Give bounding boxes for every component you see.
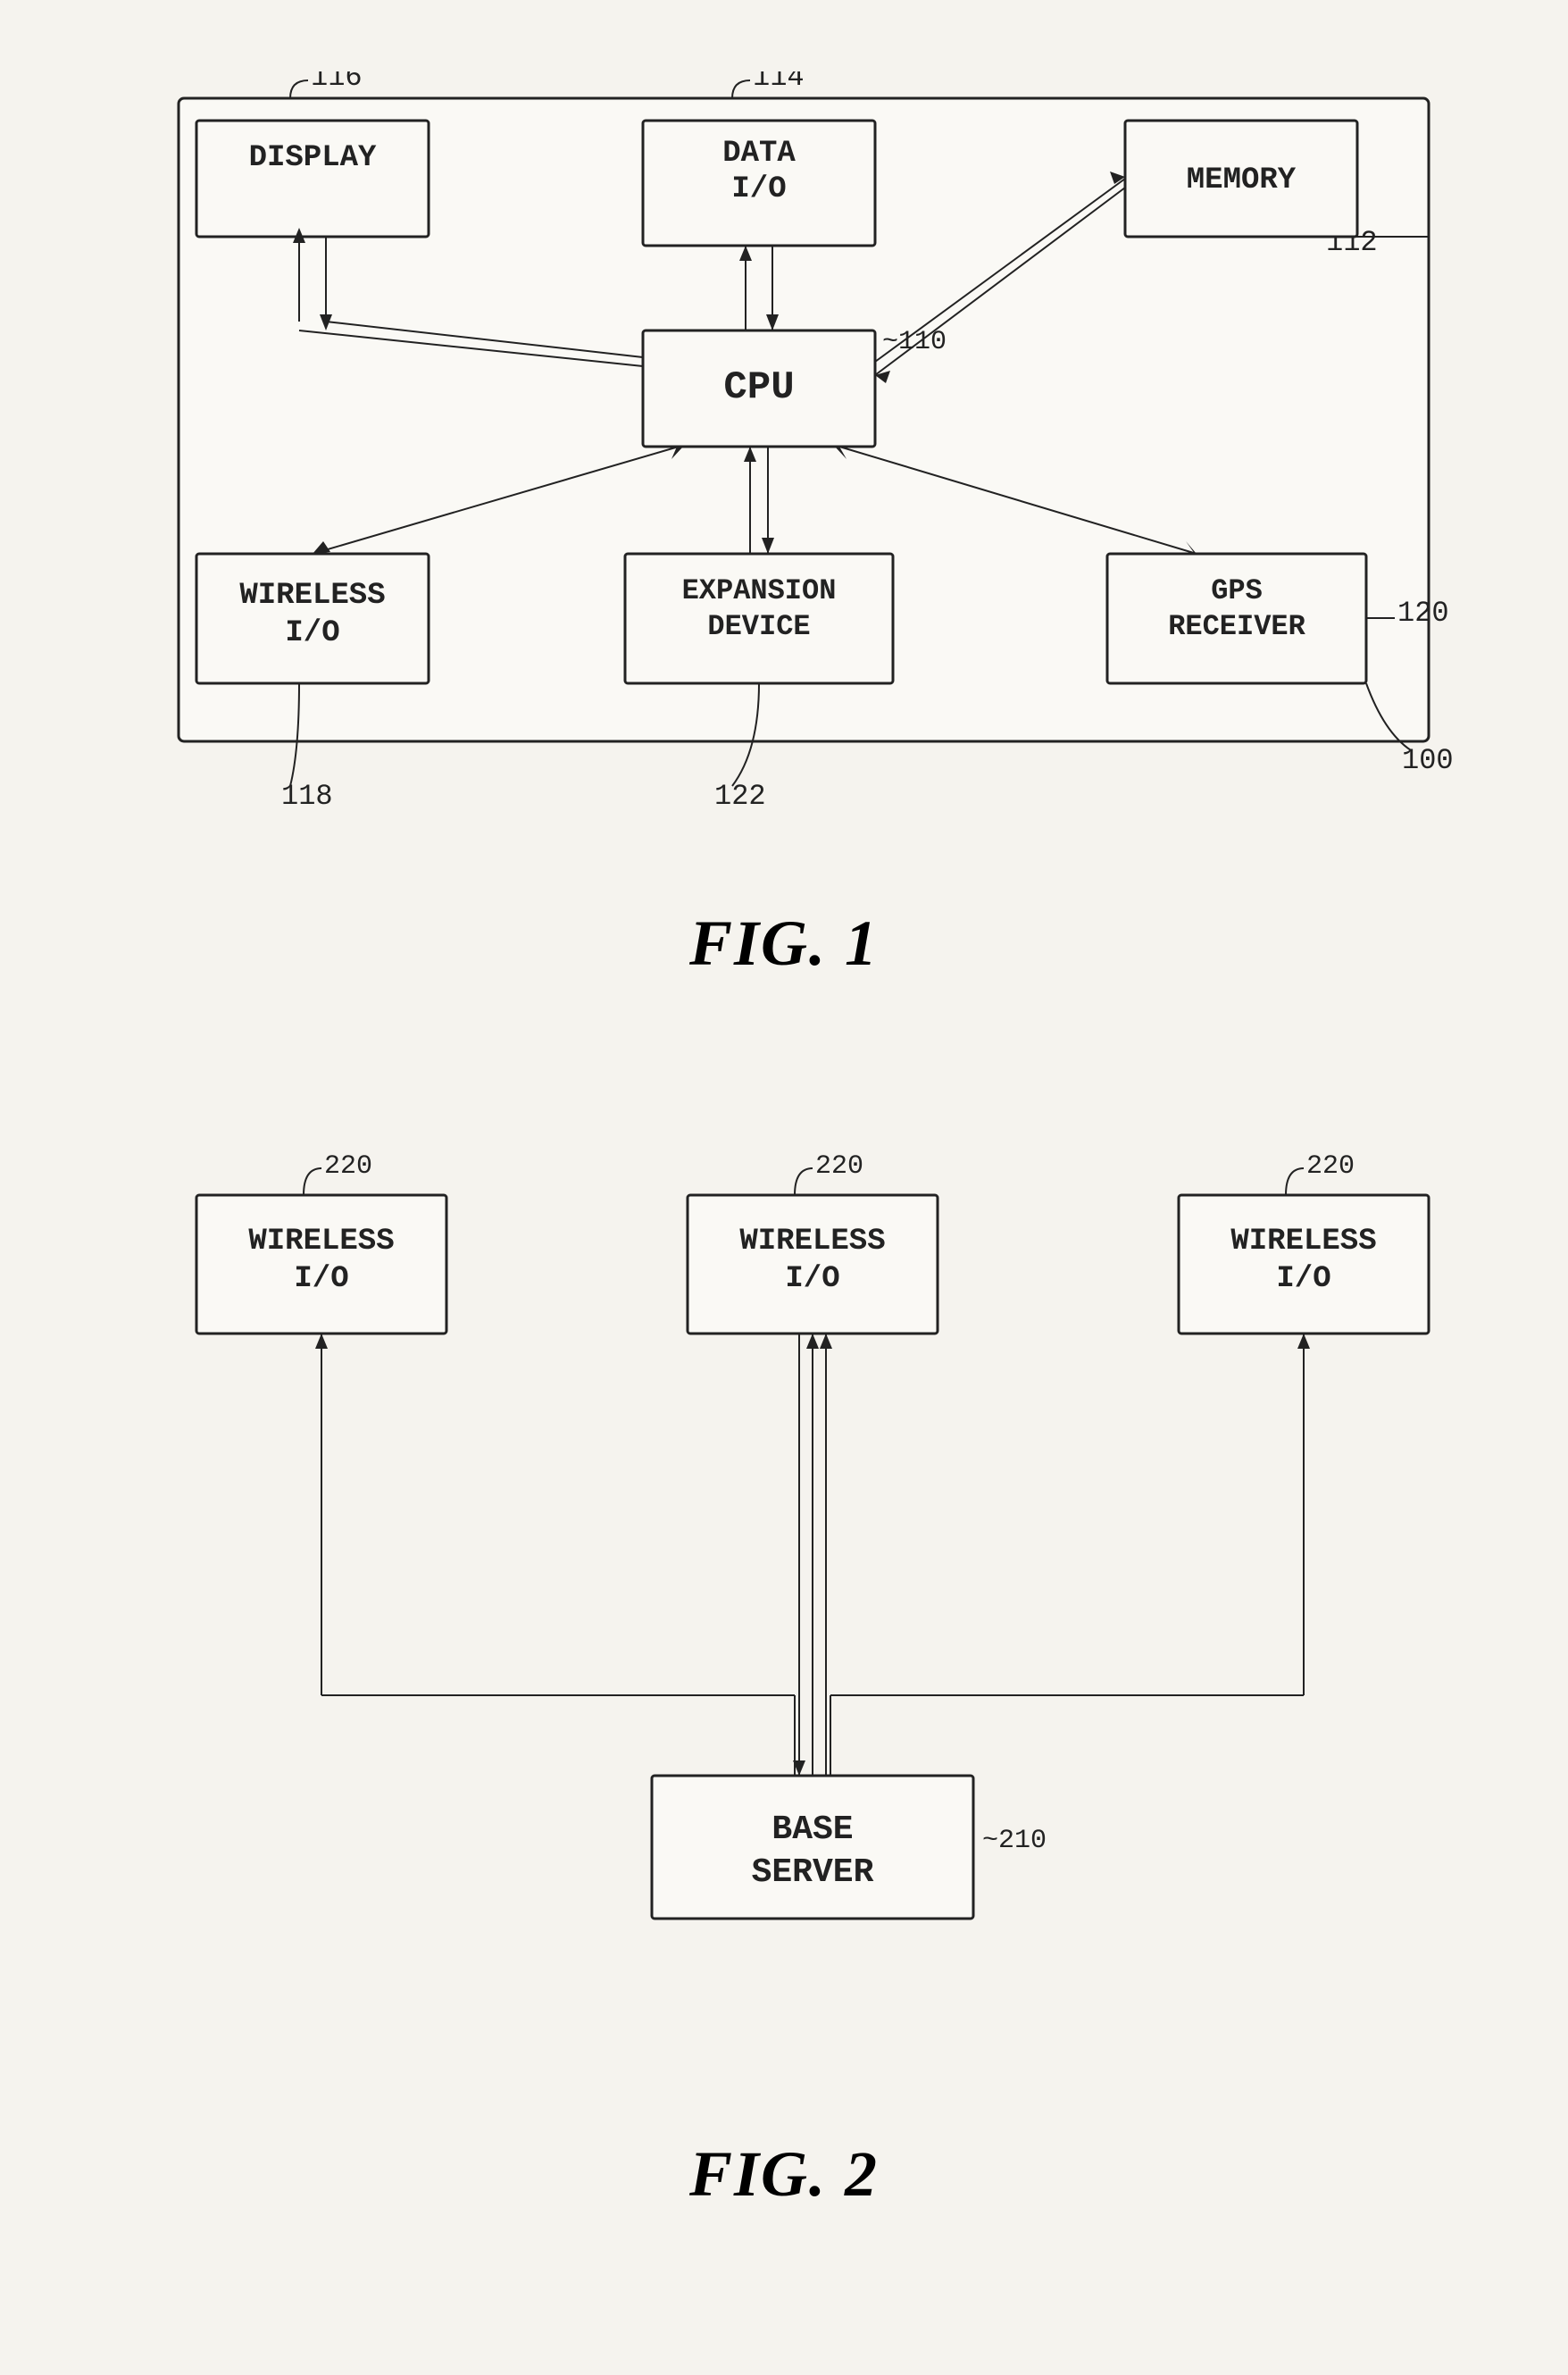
fig1-svg: 116 114 112 DISPLAY DATA I/O MEMORY — [125, 71, 1443, 880]
fig2-title: FIG. 2 — [125, 2137, 1443, 2212]
svg-text:I/O: I/O — [731, 172, 786, 206]
svg-text:BASE: BASE — [771, 1811, 853, 1849]
svg-text:I/O: I/O — [285, 616, 339, 650]
svg-text:RECEIVER: RECEIVER — [1168, 610, 1305, 643]
svg-text:DISPLAY: DISPLAY — [249, 141, 377, 175]
svg-text:EXPANSION: EXPANSION — [682, 574, 837, 607]
svg-text:GPS: GPS — [1211, 574, 1263, 607]
fig1-title: FIG. 1 — [125, 907, 1443, 981]
svg-text:WIRELESS: WIRELESS — [239, 579, 385, 613]
svg-text:118: 118 — [281, 780, 333, 813]
svg-text:I/O: I/O — [294, 1262, 348, 1296]
svg-text:120: 120 — [1397, 597, 1449, 630]
svg-text:122: 122 — [714, 780, 766, 813]
fig2-container: WIRELESS I/O WIRELESS I/O WIRELESS I/O 2… — [71, 1124, 1497, 2283]
svg-text:WIRELESS: WIRELESS — [739, 1225, 885, 1259]
svg-text:CPU: CPU — [723, 365, 794, 410]
svg-text:WIRELESS: WIRELESS — [1230, 1225, 1376, 1259]
svg-text:114: 114 — [753, 71, 805, 94]
svg-text:DATA: DATA — [722, 137, 796, 171]
svg-text:I/O: I/O — [1276, 1262, 1330, 1296]
svg-text:~110: ~110 — [882, 327, 947, 357]
svg-text:220: 220 — [1306, 1151, 1355, 1182]
svg-text:DEVICE: DEVICE — [707, 610, 810, 643]
svg-text:220: 220 — [324, 1151, 372, 1182]
page: 116 114 112 DISPLAY DATA I/O MEMORY — [71, 36, 1497, 2283]
svg-text:116: 116 — [311, 71, 363, 94]
fig1-container: 116 114 112 DISPLAY DATA I/O MEMORY — [71, 36, 1497, 1052]
svg-text:~210: ~210 — [982, 1826, 1047, 1856]
svg-text:SERVER: SERVER — [752, 1853, 874, 1892]
svg-text:MEMORY: MEMORY — [1187, 163, 1297, 197]
svg-text:I/O: I/O — [785, 1262, 839, 1296]
svg-text:220: 220 — [815, 1151, 863, 1182]
svg-text:WIRELESS: WIRELESS — [248, 1225, 394, 1259]
